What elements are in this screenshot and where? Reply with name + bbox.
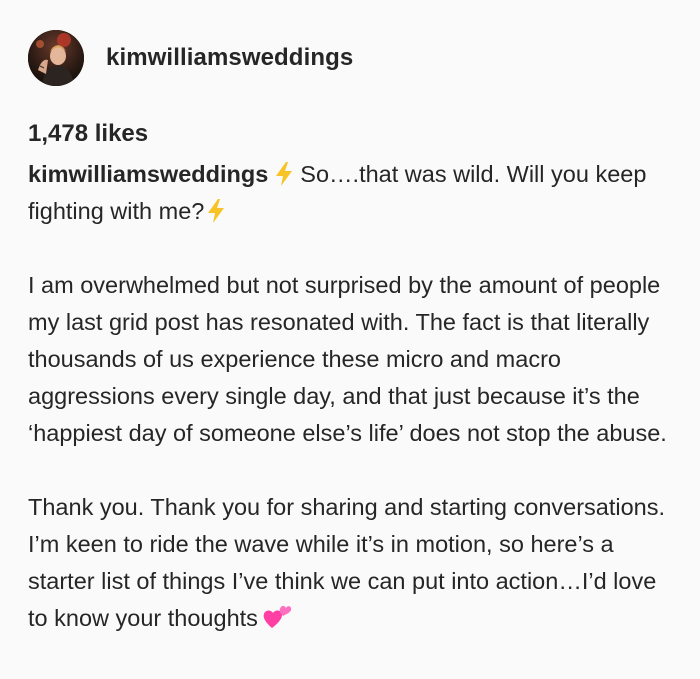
likes-count[interactable]: 1,478 likes <box>28 120 148 148</box>
post-caption: kimwilliamsweddings So….that was wild. Wi… <box>28 156 678 637</box>
post-header: kimwilliamsweddings <box>28 28 353 88</box>
lightning-bolt-icon <box>274 160 294 186</box>
caption-username[interactable]: kimwilliamsweddings <box>28 161 268 187</box>
post-author-username[interactable]: kimwilliamsweddings <box>106 44 353 72</box>
caption-paragraph-3: Thank you. Thank you for sharing and sta… <box>28 489 678 637</box>
lightning-bolt-icon <box>206 197 226 223</box>
caption-paragraph-1: kimwilliamsweddings So….that was wild. Wi… <box>28 156 678 230</box>
profile-photo-icon <box>28 30 84 86</box>
caption-paragraph-2: I am overwhelmed but not surprised by th… <box>28 272 667 446</box>
avatar[interactable] <box>28 30 84 86</box>
two-hearts-icon <box>262 604 292 630</box>
instagram-post: kimwilliamsweddings 1,478 likes kimwilli… <box>0 0 700 679</box>
caption-paragraph-3-text: Thank you. Thank you for sharing and sta… <box>28 494 666 631</box>
